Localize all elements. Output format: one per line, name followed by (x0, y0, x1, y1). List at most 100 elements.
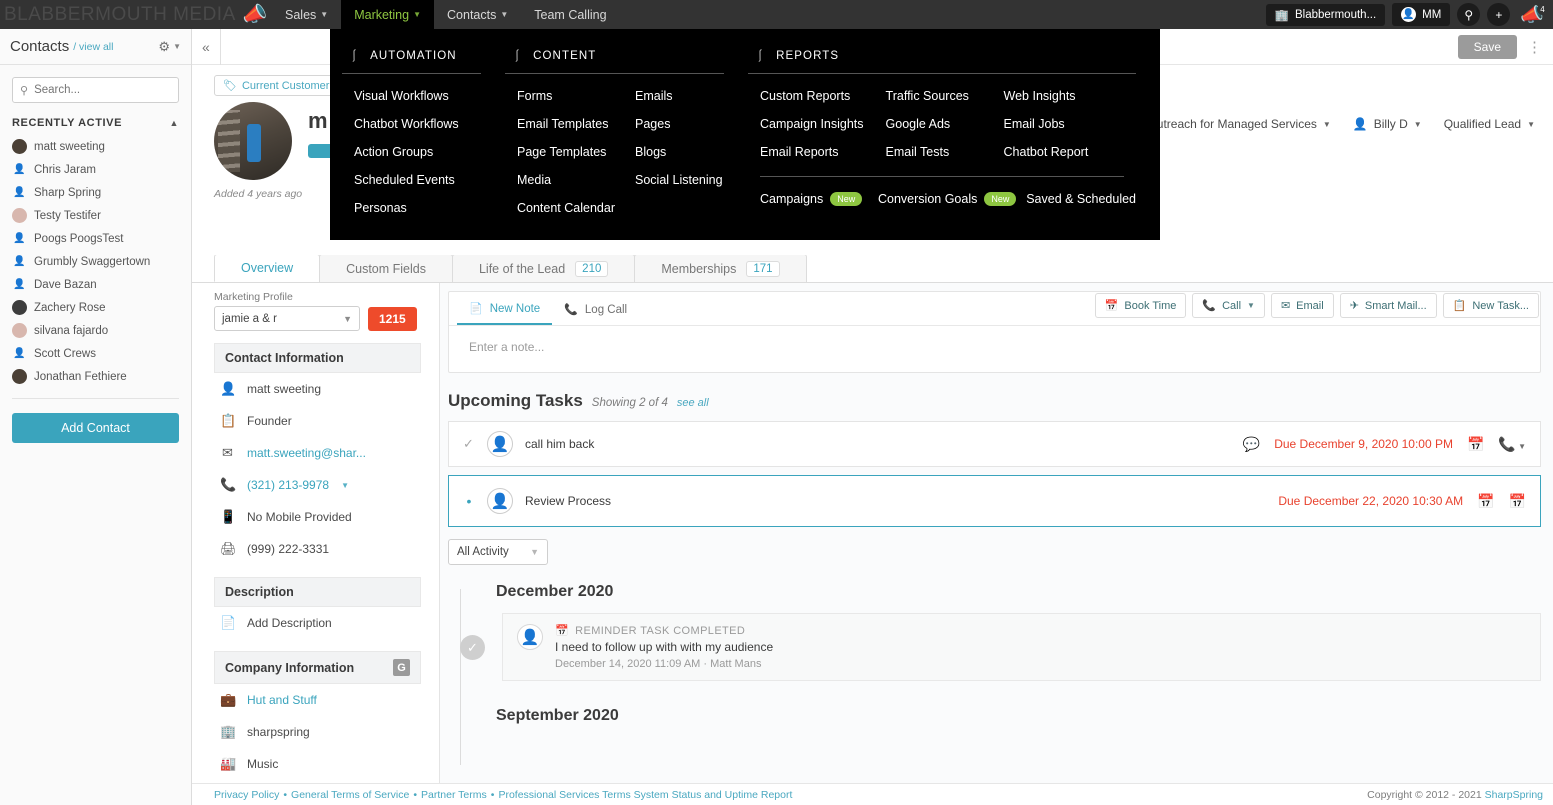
nav-item-contacts[interactable]: Contacts ▼ (434, 0, 521, 29)
add-description-row[interactable]: 📄 Add Description (192, 607, 439, 639)
chevron-down-icon[interactable]: ▼ (341, 481, 349, 490)
mega-link-conversion-goals[interactable]: Conversion Goals New (866, 185, 1017, 213)
sidebar-contact-item[interactable]: 👤 Sharp Spring (0, 181, 191, 204)
info-row[interactable]: 📞 (321) 213-9978 ▼ (192, 469, 439, 501)
upcoming-tasks-see-all[interactable]: see all (677, 397, 709, 409)
comment-icon[interactable]: 💬 (1243, 436, 1260, 453)
plus-icon[interactable]: + (1487, 3, 1511, 26)
mega-link-action-groups[interactable]: Action Groups (342, 138, 469, 166)
action-new-task--button[interactable]: 📋 New Task... (1442, 293, 1539, 318)
google-lookup-button[interactable]: G (393, 659, 410, 676)
footer-link-professional-services-terms-system-statu[interactable]: Professional Services Terms System Statu… (498, 789, 792, 801)
search-box[interactable]: ⚲ (12, 77, 179, 103)
nav-item-marketing[interactable]: Marketing ▼ (341, 0, 435, 29)
recently-active-header[interactable]: RECENTLY ACTIVE ▲ (0, 109, 191, 133)
mega-link-forms[interactable]: Forms (505, 82, 623, 110)
sidebar-contact-item[interactable]: matt sweeting (0, 135, 191, 158)
sidebar-view-all-link[interactable]: / view all (73, 41, 113, 53)
tab-life-of-the-lead[interactable]: Life of the Lead 210 (451, 254, 636, 282)
mega-link-custom-reports[interactable]: Custom Reports (748, 82, 874, 110)
timeline-card[interactable]: 👤 📅 REMINDER TASK COMPLETED I need to fo… (502, 613, 1541, 681)
kebab-menu-icon[interactable]: ⋮ (1517, 38, 1543, 56)
lead-stage-select[interactable]: Qualified Lead ▼ (1444, 117, 1535, 131)
sidebar-contact-item[interactable]: 👤 Scott Crews (0, 342, 191, 365)
tab-custom-fields[interactable]: Custom Fields (319, 254, 453, 282)
mega-link-google-ads[interactable]: Google Ads (874, 110, 992, 138)
mega-link-chatbot-workflows[interactable]: Chatbot Workflows (342, 110, 469, 138)
note-tab-new-note[interactable]: 📄 New Note (457, 292, 553, 325)
sidebar-contact-item[interactable]: Zachery Rose (0, 296, 191, 319)
tag-current-customer[interactable]: 🏷 Current Customer (214, 75, 339, 96)
mega-link-content-calendar[interactable]: Content Calendar (505, 194, 623, 222)
sidebar-contact-item[interactable]: Testy Testifer (0, 204, 191, 227)
sidebar-contact-item[interactable]: 👤 Grumbly Swaggertown (0, 250, 191, 273)
mega-link-campaigns[interactable]: Campaigns New (748, 185, 866, 213)
action-smart-mail--button[interactable]: ✈ Smart Mail... (1339, 293, 1437, 318)
mega-link-email-tests[interactable]: Email Tests (874, 138, 992, 166)
sidebar-contact-item[interactable]: 👤 Chris Jaram (0, 158, 191, 181)
mega-link-chatbot-report[interactable]: Chatbot Report (992, 138, 1110, 166)
action-book-time-button[interactable]: 📅 Book Time (1094, 293, 1187, 318)
calendar-icon[interactable]: 📅 (1467, 436, 1484, 453)
task-complete-check-icon[interactable]: ✓ (463, 436, 475, 452)
nav-item-team-calling[interactable]: Team Calling (521, 0, 619, 29)
calendar-icon[interactable]: 📅 (1477, 493, 1494, 510)
double-chevron-left-icon[interactable]: « (202, 28, 221, 65)
footer-link-privacy-policy[interactable]: Privacy Policy (214, 789, 279, 801)
footer-link-general-terms-of-service[interactable]: General Terms of Service (291, 789, 409, 801)
mega-link-emails[interactable]: Emails (623, 82, 741, 110)
add-contact-button[interactable]: Add Contact (12, 413, 179, 443)
task-row[interactable]: • 👤 Review Process Due December 22, 2020… (448, 475, 1541, 527)
mega-link-email-jobs[interactable]: Email Jobs (992, 110, 1110, 138)
user-menu[interactable]: 👤 MM (1392, 3, 1451, 26)
sharpspring-link[interactable]: SharpSpring (1485, 789, 1543, 801)
footer-link-partner-terms[interactable]: Partner Terms (421, 789, 487, 801)
info-row[interactable]: 💼 Hut and Stuff (192, 684, 439, 716)
app-root: Contacts / view all ⚙▼ ⚲ RECENTLY ACTIVE… (0, 0, 1553, 805)
mega-link-page-templates[interactable]: Page Templates (505, 138, 623, 166)
action-email-button[interactable]: ✉ Email (1270, 293, 1334, 318)
search-icon[interactable]: ⚲ (1457, 3, 1481, 26)
nav-item-sales[interactable]: Sales ▼ (272, 0, 341, 29)
sidebar-contact-item[interactable]: 👤 Dave Bazan (0, 273, 191, 296)
activity-filter-select[interactable]: All Activity ▼ (448, 539, 548, 565)
phone-icon[interactable]: 📞 ▼ (1498, 436, 1526, 453)
mega-link-traffic-sources[interactable]: Traffic Sources (874, 82, 992, 110)
mega-link-scheduled-events[interactable]: Scheduled Events (342, 166, 469, 194)
tab-memberships[interactable]: Memberships 171 (634, 254, 807, 282)
mega-link-visual-workflows[interactable]: Visual Workflows (342, 82, 469, 110)
save-button[interactable]: Save (1457, 34, 1517, 59)
mega-link-saved-scheduled[interactable]: Saved & Scheduled (1014, 185, 1136, 213)
info-row[interactable]: ✉ matt.sweeting@shar... (192, 437, 439, 469)
settings-gear-button[interactable]: ⚙ ▼ (158, 39, 181, 55)
mega-link-web-insights[interactable]: Web Insights (992, 82, 1110, 110)
avatar: 👤 (13, 256, 26, 267)
mega-link-email-reports[interactable]: Email Reports (748, 138, 874, 166)
sidebar-contact-item[interactable]: silvana fajardo (0, 319, 191, 342)
action-label: New Task... (1472, 299, 1529, 312)
mega-link-blogs[interactable]: Blogs (623, 138, 741, 166)
contact-avatar[interactable] (214, 102, 292, 180)
mega-link-campaign-insights[interactable]: Campaign Insights (748, 110, 874, 138)
note-tab-log-call[interactable]: 📞 Log Call (552, 292, 639, 325)
brand[interactable]: BLABBERMOUTH MEDIA 📣 (0, 0, 272, 29)
sidebar-contact-item[interactable]: Jonathan Fethiere (0, 365, 191, 388)
calendar-delete-icon[interactable]: 📅 (1509, 493, 1526, 510)
note-input[interactable]: Enter a note... (449, 326, 1540, 372)
account-switcher[interactable]: 🏢 Blabbermouth... (1265, 3, 1386, 26)
sidebar-contact-item[interactable]: 👤 Poogs PoogsTest (0, 227, 191, 250)
tab-overview[interactable]: Overview (214, 254, 321, 282)
mega-link-social-listening[interactable]: Social Listening (623, 166, 741, 194)
action-call-button[interactable]: 📞 Call ▼ (1192, 293, 1265, 318)
search-input[interactable] (34, 84, 171, 96)
notifications-button[interactable]: 📣 4 (1517, 3, 1548, 27)
owner-select[interactable]: 👤 Billy D ▼ (1353, 117, 1422, 131)
mega-link-media[interactable]: Media (505, 166, 623, 194)
description-heading: Description (214, 577, 421, 607)
mega-link-pages[interactable]: Pages (623, 110, 741, 138)
task-row[interactable]: ✓ 👤 call him back 💬 Due December 9, 2020… (448, 421, 1541, 467)
marketing-profile-select[interactable]: jamie a & r ▼ (214, 306, 360, 331)
mega-link-personas[interactable]: Personas (342, 194, 469, 222)
mega-link-email-templates[interactable]: Email Templates (505, 110, 623, 138)
lead-score-badge[interactable]: 1215 (368, 306, 417, 331)
